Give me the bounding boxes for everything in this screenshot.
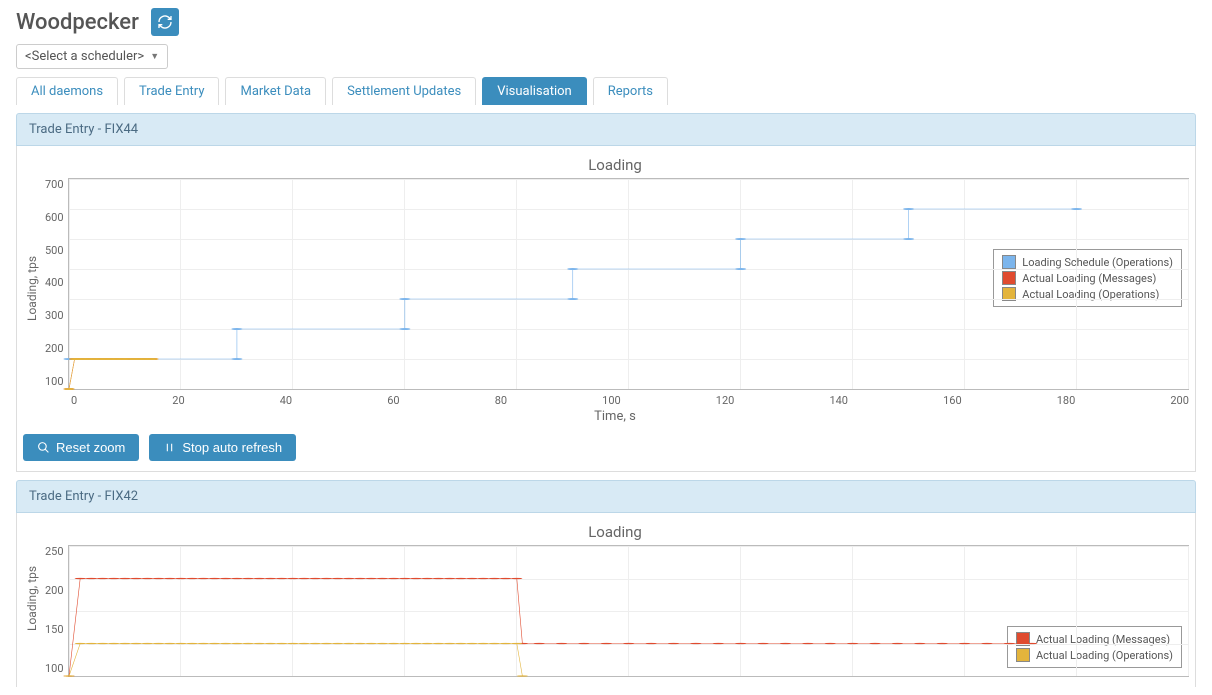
chart2-plot[interactable]: Actual Loading (Messages)Actual Loading …	[68, 545, 1189, 677]
refresh-button[interactable]	[151, 8, 179, 36]
tab-reports[interactable]: Reports	[593, 77, 668, 105]
chart2-yticks: 250200150100	[41, 545, 68, 675]
chart1-yticks: 700600500400300200100	[41, 178, 68, 388]
panel-header-fix44: Trade Entry - FIX44	[16, 113, 1196, 146]
pause-icon	[163, 441, 176, 454]
panel-body-fix44: Loading, tps Loading 7006005004003002001…	[16, 146, 1196, 472]
reset-zoom-button[interactable]: Reset zoom	[23, 434, 139, 461]
chart1-xticks: 020406080100120140160180200	[71, 394, 1189, 407]
chart2-title: Loading	[41, 523, 1189, 541]
tab-settlement-updates[interactable]: Settlement Updates	[332, 77, 476, 105]
chart1-xlabel: Time, s	[41, 409, 1189, 424]
chevron-down-icon: ▼	[150, 51, 159, 62]
stop-auto-refresh-button[interactable]: Stop auto refresh	[149, 434, 296, 461]
refresh-icon	[157, 14, 173, 30]
scheduler-select[interactable]: <Select a scheduler> ▼	[16, 44, 168, 69]
panel-header-fix42: Trade Entry - FIX42	[16, 480, 1196, 513]
stop-auto-refresh-label: Stop auto refresh	[182, 440, 282, 455]
search-icon	[37, 441, 50, 454]
scheduler-select-placeholder: <Select a scheduler>	[25, 49, 144, 64]
chart1-plot[interactable]: Loading Schedule (Operations)Actual Load…	[68, 178, 1189, 390]
tab-all-daemons[interactable]: All daemons	[16, 77, 118, 105]
reset-zoom-label: Reset zoom	[56, 440, 125, 455]
chart2-ylabel: Loading, tps	[23, 519, 41, 677]
page-title: Woodpecker	[16, 10, 139, 35]
panel-body-fix42: Loading, tps Loading 250200150100 Actual…	[16, 513, 1196, 687]
tab-bar: All daemonsTrade EntryMarket DataSettlem…	[16, 77, 1196, 105]
tab-trade-entry[interactable]: Trade Entry	[124, 77, 219, 105]
chart1-ylabel: Loading, tps	[23, 152, 41, 424]
chart1-title: Loading	[41, 156, 1189, 174]
tab-visualisation[interactable]: Visualisation	[482, 77, 587, 105]
tab-market-data[interactable]: Market Data	[225, 77, 326, 105]
